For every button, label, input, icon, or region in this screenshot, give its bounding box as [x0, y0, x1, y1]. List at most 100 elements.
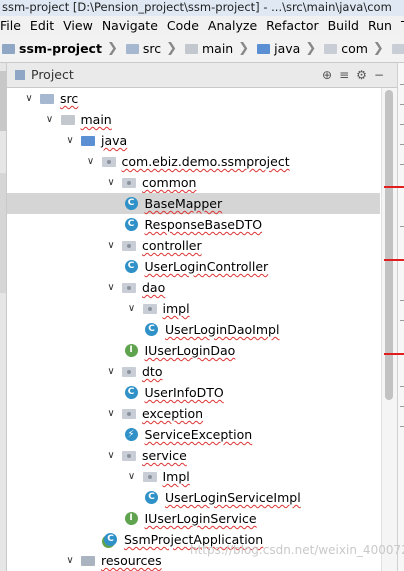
project-tool-tab[interactable]	[0, 71, 6, 131]
structure-tool-tab[interactable]	[0, 173, 6, 293]
tree-node-interface[interactable]: I IUserLoginDao	[7, 340, 380, 361]
menu-build[interactable]: Build	[328, 16, 359, 35]
tree-node-class[interactable]: C UserLoginServiceImpl	[7, 487, 380, 508]
breadcrumb-ebiz[interactable]: ebiz❯	[390, 36, 404, 62]
menu-edit[interactable]: Edit	[30, 16, 54, 35]
breadcrumb-src[interactable]: src ❯	[124, 36, 177, 62]
error-marker[interactable]	[384, 259, 404, 261]
tree-node-interface[interactable]: I IUserLoginService	[7, 508, 380, 529]
line-tick	[400, 104, 404, 105]
tree-node-class[interactable]: C BaseMapper	[7, 193, 380, 214]
tree-node-package[interactable]: ∨ service	[7, 445, 380, 466]
menu-bar: File Edit View Navigate Code Analyze Refactor B…	[0, 16, 404, 36]
left-tool-strip[interactable]	[0, 63, 7, 571]
chevron-down-icon[interactable]: ∨	[106, 277, 116, 298]
chevron-down-icon[interactable]: ∨	[106, 235, 116, 256]
tree-node-label: main	[80, 112, 112, 127]
line-tick	[400, 164, 404, 165]
gear-icon[interactable]: ⚙	[356, 68, 374, 82]
tree-node-class[interactable]: C UserLoginDaoImpl	[7, 319, 380, 340]
package-icon	[122, 283, 136, 293]
source-folder-icon	[81, 136, 95, 146]
tree-node-label: IUserLoginService	[144, 511, 257, 526]
package-icon	[391, 44, 404, 54]
hide-icon[interactable]: −	[374, 68, 391, 82]
error-marker[interactable]	[384, 186, 404, 188]
line-tick	[400, 226, 404, 227]
chevron-down-icon[interactable]: ∨	[65, 130, 75, 151]
tree-node-class[interactable]: C UserInfoDTO	[7, 382, 380, 403]
line-tick	[400, 386, 404, 387]
breadcrumb-java[interactable]: java ❯	[255, 36, 316, 62]
tree-node-class[interactable]: C UserLoginController	[7, 256, 380, 277]
package-icon	[122, 241, 136, 251]
tree-node-package[interactable]: ∨ dao	[7, 277, 380, 298]
folder-icon	[60, 115, 75, 125]
collapse-icon[interactable]: ≡	[339, 68, 356, 82]
project-icon	[15, 70, 25, 80]
package-icon	[122, 409, 136, 419]
line-tick	[400, 320, 404, 321]
line-tick	[400, 406, 404, 407]
tree-node-package[interactable]: ∨ impl	[7, 298, 380, 319]
tree-node-package[interactable]: ∨ dto	[7, 361, 380, 382]
chevron-down-icon[interactable]: ∨	[127, 298, 137, 319]
menu-code[interactable]: Code	[167, 16, 199, 35]
tree-node-package[interactable]: ∨ common	[7, 172, 380, 193]
tree-node-label: UserLoginDaoImpl	[165, 322, 280, 337]
menu-navigate[interactable]: Navigate	[102, 16, 158, 35]
chevron-down-icon[interactable]: ∨	[86, 151, 96, 172]
interface-icon: I	[124, 344, 138, 357]
menu-analyze[interactable]: Analyze	[208, 16, 257, 35]
tree-node-label: UserInfoDTO	[144, 385, 224, 400]
tree-node-label: service	[142, 448, 187, 463]
tree-node-exception[interactable]: ⚡ ServiceException	[7, 424, 380, 445]
project-panel-title[interactable]: Project	[31, 67, 74, 82]
chevron-down-icon[interactable]: ∨	[106, 361, 116, 382]
error-marker[interactable]	[384, 353, 404, 355]
tree-node-class[interactable]: C ResponseBaseDTO	[7, 214, 380, 235]
chevron-down-icon[interactable]: ∨	[106, 445, 116, 466]
menu-view[interactable]: View	[63, 16, 93, 35]
menu-refactor[interactable]: Refactor	[266, 16, 318, 35]
chevron-down-icon[interactable]: ∨	[106, 403, 116, 424]
class-icon: C	[124, 260, 138, 273]
target-icon[interactable]: ⊕	[322, 68, 339, 82]
spring-boot-class-icon: C	[104, 533, 117, 546]
chevron-down-icon[interactable]: ∨	[45, 109, 55, 130]
resources-folder-icon	[81, 556, 95, 566]
tree-node-label: com.ebiz.demo.ssmproject	[121, 154, 290, 169]
tree-node-label: src	[60, 91, 79, 106]
chevron-down-icon[interactable]: ∨	[24, 88, 34, 109]
chevron-down-icon[interactable]: ∨	[127, 466, 137, 487]
tree-scrollbar[interactable]	[381, 88, 397, 571]
package-icon	[122, 451, 136, 461]
chevron-down-icon[interactable]: ∨	[65, 550, 75, 571]
menu-run[interactable]: Run	[368, 16, 392, 35]
breadcrumb-project[interactable]: ssm-project ❯	[0, 36, 118, 62]
chevron-right-icon: ❯	[106, 41, 118, 56]
tree-node-label: common	[142, 175, 197, 190]
tree-node-label: UserLoginController	[144, 259, 269, 274]
package-icon	[142, 304, 157, 314]
tree-node-folder-plain[interactable]: ∨ main	[7, 109, 380, 130]
tree-node-label: controller	[142, 238, 202, 253]
chevron-down-icon[interactable]: ∨	[106, 172, 116, 193]
watermark: https://blog.csdn.net/weixin_40007245	[190, 543, 404, 557]
line-tick	[400, 144, 404, 145]
class-icon: C	[124, 197, 138, 210]
tree-node-folder-src[interactable]: ∨ src	[7, 88, 380, 109]
tree-node-package[interactable]: ∨ controller	[7, 235, 380, 256]
tree-node-folder-java[interactable]: ∨ java	[7, 130, 380, 151]
tree-node-label: impl	[162, 301, 190, 316]
package-icon	[122, 178, 136, 188]
breadcrumb-com[interactable]: com ❯	[322, 36, 384, 62]
breadcrumb-main[interactable]: main ❯	[183, 36, 249, 62]
breadcrumb: ssm-project❯ src❯ main❯ java❯ com❯ ebiz❯…	[0, 36, 404, 63]
line-tick	[400, 300, 404, 301]
tree-node-package[interactable]: ∨ Impl	[7, 466, 380, 487]
menu-file[interactable]: File	[0, 16, 21, 35]
tree-node-package[interactable]: ∨ com.ebiz.demo.ssmproject	[7, 151, 380, 172]
tree-node-package[interactable]: ∨ exception	[7, 403, 380, 424]
folder-icon	[2, 44, 15, 54]
